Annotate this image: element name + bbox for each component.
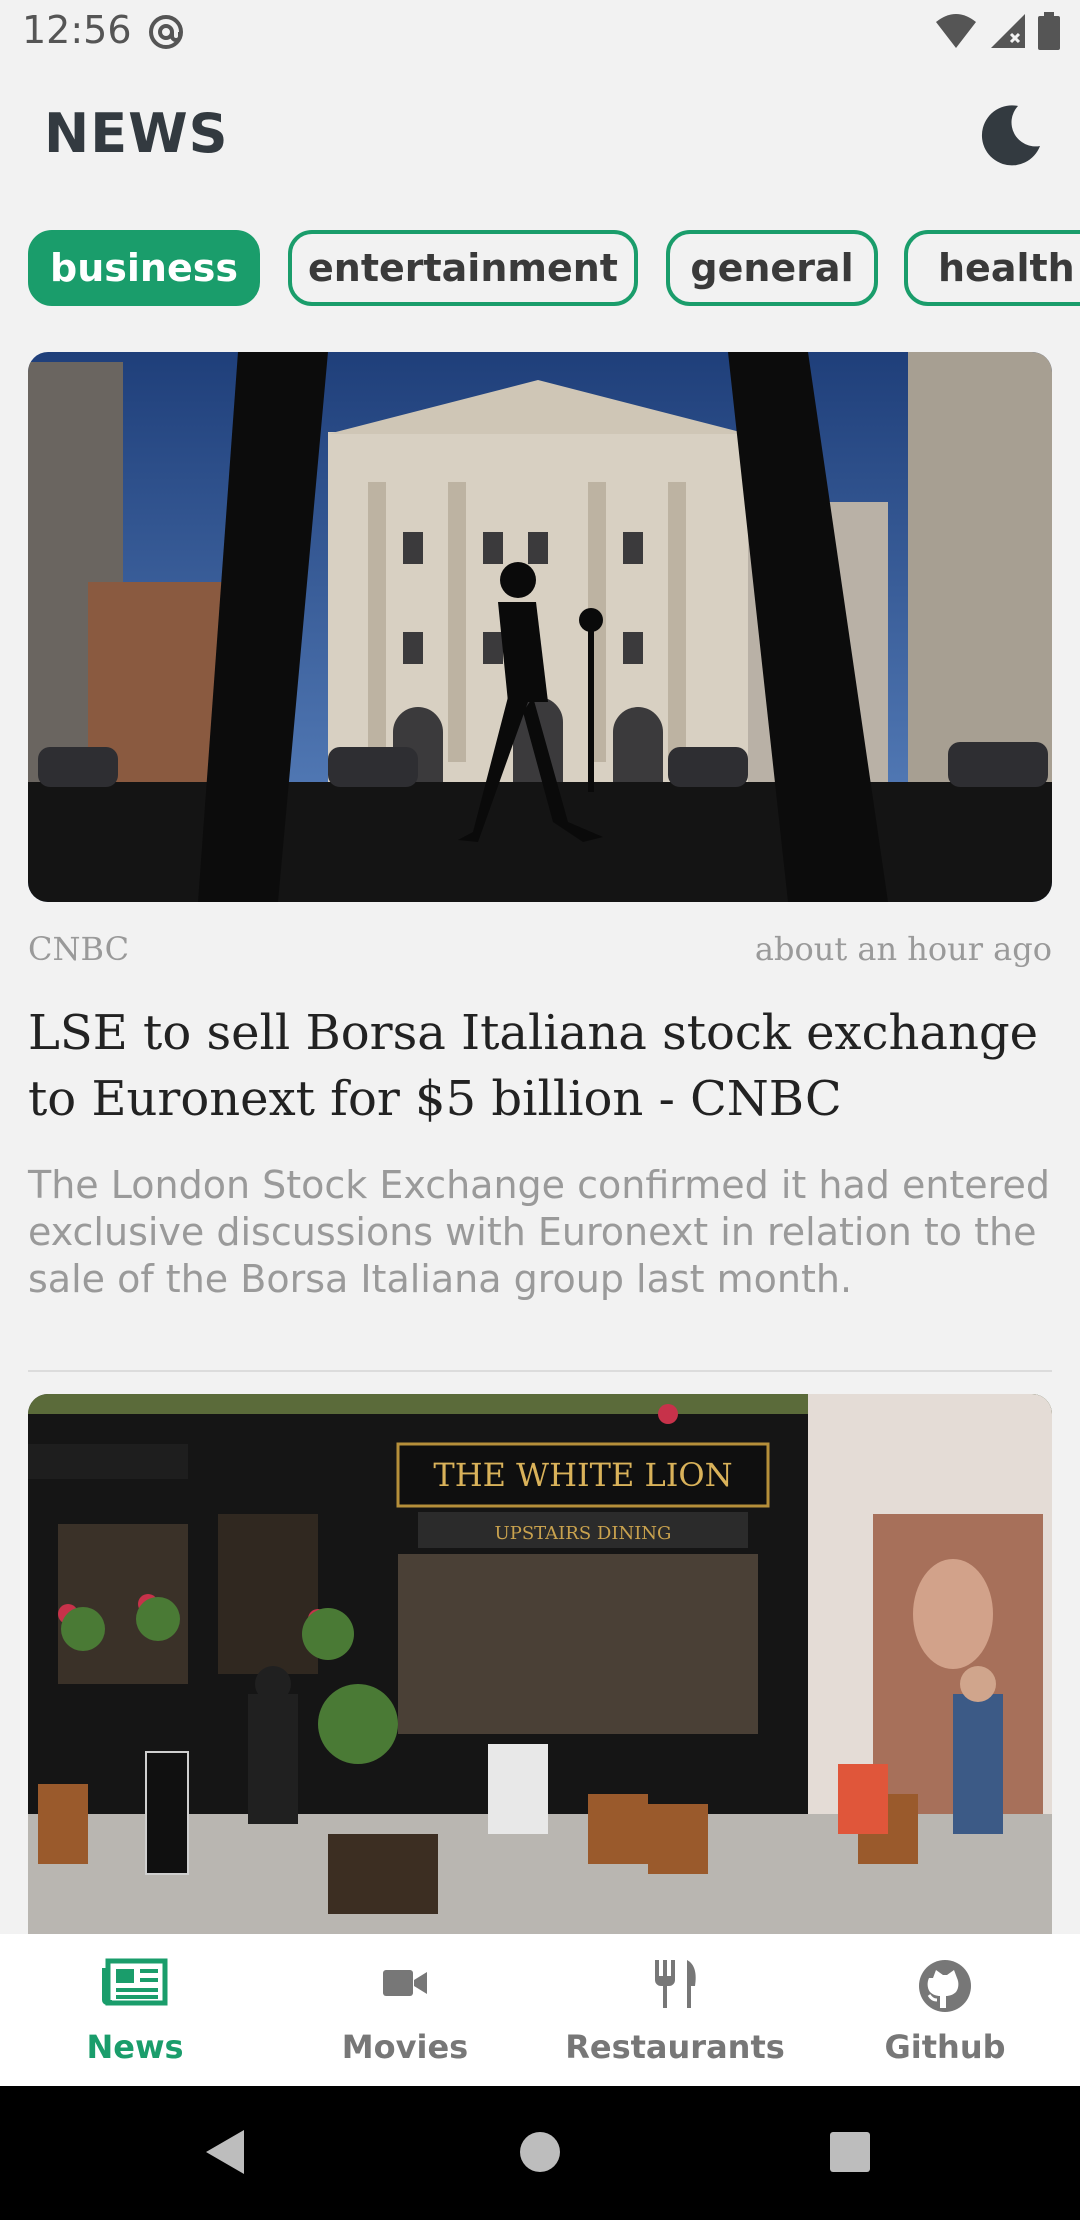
github-icon	[919, 1960, 971, 2012]
pub-subsign-text: UPSTAIRS DINING	[495, 1523, 672, 1544]
fork-knife-icon	[655, 1960, 696, 2008]
dark-mode-toggle[interactable]	[978, 102, 1044, 168]
system-nav-bar	[0, 2086, 1080, 2220]
article-time: about an hour ago	[754, 930, 1052, 968]
chip-label: entertainment	[308, 246, 618, 290]
chip-general[interactable]: general	[666, 230, 878, 306]
video-camera-icon	[383, 1970, 427, 1996]
nav-label: Movies	[341, 2028, 469, 2066]
article-image[interactable]: THE WHITE LION UPSTAIRS DINING	[28, 1394, 1052, 1934]
article-meta: CNBC about an hour ago	[28, 930, 1052, 974]
page-title: NEWS	[44, 102, 229, 165]
article-source: CNBC	[28, 930, 130, 968]
at-sign-icon	[146, 12, 186, 56]
battery-icon	[1038, 12, 1060, 50]
status-icons	[930, 12, 1062, 50]
article-summary: The London Stock Exchange confirmed it h…	[28, 1163, 1050, 1301]
nav-label: Restaurants	[565, 2028, 785, 2066]
article-image[interactable]	[28, 352, 1052, 902]
nav-item-movies[interactable]: Movies	[270, 1934, 540, 2086]
status-bar: 12:56	[0, 0, 1080, 66]
nav-item-restaurants[interactable]: Restaurants	[540, 1934, 810, 2086]
nav-item-news[interactable]: News	[0, 1934, 270, 2086]
article-photo-stock-exchange	[28, 352, 1052, 902]
chip-label: general	[690, 246, 854, 290]
chip-label: business	[50, 246, 238, 290]
status-time: 12:56	[22, 8, 132, 52]
chip-label: health	[938, 246, 1075, 290]
chip-entertainment[interactable]: entertainment	[288, 230, 638, 306]
recents-icon[interactable]	[828, 2126, 872, 2178]
home-icon[interactable]	[518, 2126, 562, 2178]
back-icon[interactable]	[200, 2126, 250, 2178]
pub-sign-text: THE WHITE LION	[433, 1456, 732, 1494]
nav-label: Github	[884, 2028, 1006, 2066]
bottom-nav: News Movies Restaurants Github	[0, 1934, 1080, 2086]
app-header: NEWS	[0, 90, 1080, 180]
category-chips: business entertainment general health	[0, 230, 1080, 314]
wifi-icon	[935, 14, 976, 48]
chip-health[interactable]: health	[904, 230, 1080, 306]
article-divider	[28, 1370, 1052, 1372]
article-photo-pub: THE WHITE LION UPSTAIRS DINING	[28, 1394, 1052, 1934]
article-headline[interactable]: LSE to sell Borsa Italiana stock exchang…	[28, 1000, 1052, 1132]
nav-item-github[interactable]: Github	[810, 1934, 1080, 2086]
moon-icon	[981, 105, 1040, 166]
chip-business[interactable]: business	[28, 230, 260, 306]
signal-icon	[990, 14, 1025, 48]
nav-label: News	[86, 2028, 184, 2066]
newspaper-icon	[102, 1958, 168, 2006]
